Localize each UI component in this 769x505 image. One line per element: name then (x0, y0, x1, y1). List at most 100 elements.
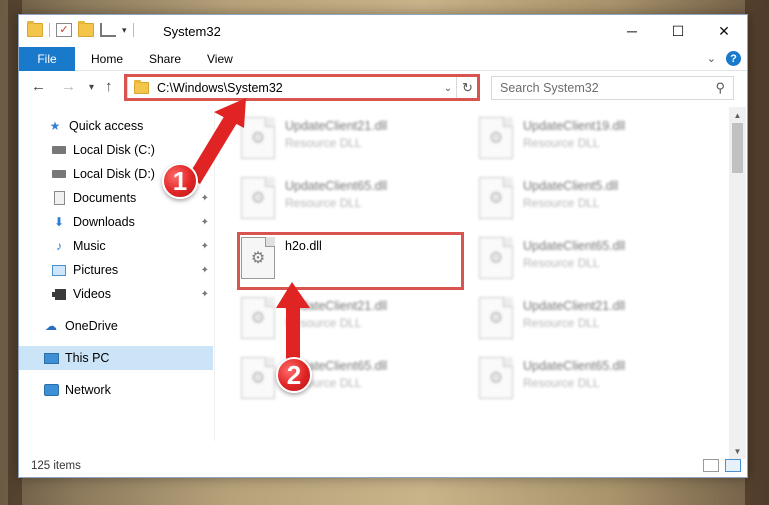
pane-divider[interactable] (214, 111, 215, 441)
dll-file-icon: ⚙ (479, 297, 513, 339)
file-name: UpdateClient21.dll (285, 299, 388, 313)
vertical-scrollbar[interactable]: ▲ ▼ (729, 107, 746, 459)
minimize-button[interactable]: ─ (609, 15, 655, 47)
address-bar-highlight (124, 74, 480, 101)
scrollbar-thumb[interactable] (732, 123, 743, 173)
sidebar-item-label: Documents (73, 191, 137, 205)
item-count: 125 items (31, 460, 81, 472)
pictures-icon (51, 263, 67, 277)
file-name: UpdateClient65.dll (285, 179, 388, 193)
dll-file-icon: ⚙ (241, 357, 275, 399)
scroll-up-icon[interactable]: ▲ (729, 107, 746, 123)
file-tile[interactable]: ⚙ UpdateClient21.dll Resource DLL (229, 113, 459, 167)
dll-file-icon: ⚙ (479, 357, 513, 399)
sidebar-item-label: Local Disk (C:) (73, 143, 155, 157)
pin-icon[interactable]: ✦ (201, 289, 209, 300)
file-name: UpdateClient19.dll (523, 119, 626, 133)
sidebar-item-label: This PC (65, 351, 110, 365)
sidebar-item-music[interactable]: ♪ Music ✦ (19, 234, 213, 258)
sidebar-item-this-pc[interactable]: This PC (19, 346, 213, 370)
quick-access-toolbar: ✓ ▾ (27, 21, 134, 37)
pin-icon[interactable]: ✦ (201, 217, 209, 228)
maximize-button[interactable]: ☐ (655, 15, 701, 47)
tab-home[interactable]: Home (91, 47, 123, 71)
file-type: Resource DLL (523, 136, 600, 150)
status-bar: 125 items (19, 457, 747, 477)
disk-icon (51, 143, 67, 157)
file-name: UpdateClient21.dll (285, 119, 388, 133)
documents-icon (51, 191, 67, 205)
dll-file-icon: ⚙ (241, 177, 275, 219)
file-name: UpdateClient65.dll (523, 359, 626, 373)
file-tile[interactable]: ⚙ UpdateClient65.dll Resource DLL (467, 353, 697, 407)
back-arrow-icon[interactable]: ← (31, 78, 46, 95)
step-1-badge: 1 (162, 163, 198, 199)
file-type: Resource DLL (523, 316, 600, 330)
cloud-icon: ☁ (45, 319, 57, 333)
network-icon (43, 383, 59, 397)
pin-icon[interactable]: ✦ (201, 265, 209, 276)
file-highlight (237, 232, 464, 290)
file-tile[interactable]: ⚙ UpdateClient65.dll Resource DLL (229, 173, 459, 227)
computer-icon (43, 351, 59, 365)
file-type: Resource DLL (285, 196, 362, 210)
ribbon-controls: ⌄ ? (707, 51, 741, 66)
download-icon: ⬇ (53, 215, 65, 229)
separator (132, 23, 134, 37)
tab-view[interactable]: View (207, 47, 233, 71)
chevron-down-icon[interactable]: ▾ (122, 25, 127, 36)
close-button[interactable]: ✕ (701, 15, 747, 47)
sidebar-item-quick-access[interactable]: ★ Quick access (19, 114, 213, 138)
dll-file-icon: ⚙ (479, 177, 513, 219)
forward-arrow-icon[interactable]: → (61, 78, 76, 95)
details-view-icon[interactable] (703, 459, 719, 472)
pin-icon[interactable]: ✦ (201, 193, 209, 204)
file-tile[interactable]: ⚙ UpdateClient65.dll Resource DLL (467, 233, 697, 287)
folder-icon[interactable] (27, 21, 43, 37)
navigation-pane: ★ Quick access Local Disk (C:) Local Dis… (19, 111, 213, 451)
file-tile[interactable]: ⚙ UpdateClient19.dll Resource DLL (467, 113, 697, 167)
properties-icon[interactable] (100, 23, 116, 37)
dll-file-icon: ⚙ (479, 117, 513, 159)
title-bar: ✓ ▾ System32 ─ ☐ ✕ (19, 15, 747, 47)
file-type: Resource DLL (285, 136, 362, 150)
sidebar-item-network[interactable]: Network (19, 378, 213, 402)
large-icons-view-icon[interactable] (725, 459, 741, 472)
file-tile[interactable]: ⚙ UpdateClient21.dll Resource DLL (229, 293, 459, 347)
up-arrow-icon[interactable]: ↑ (105, 78, 113, 95)
file-type: Resource DLL (285, 316, 362, 330)
sidebar-item-local-disk-c[interactable]: Local Disk (C:) (19, 138, 213, 162)
tab-file[interactable]: File (19, 47, 75, 71)
music-icon: ♪ (56, 239, 62, 253)
help-icon[interactable]: ? (726, 51, 741, 66)
new-folder-icon[interactable] (78, 21, 94, 37)
file-tile[interactable]: ⚙ UpdateClient21.dll Resource DLL (467, 293, 697, 347)
search-icon[interactable]: ⚲ (715, 80, 725, 96)
file-type: Resource DLL (523, 376, 600, 390)
expand-ribbon-icon[interactable]: ⌄ (707, 52, 716, 65)
pin-icon[interactable]: ✦ (201, 241, 209, 252)
sidebar-item-label: Network (65, 383, 111, 397)
tab-share[interactable]: Share (149, 47, 181, 71)
file-tile[interactable]: ⚙ UpdateClient5.dll Resource DLL (467, 173, 697, 227)
sidebar-item-pictures[interactable]: Pictures ✦ (19, 258, 213, 282)
properties-check-icon[interactable]: ✓ (56, 23, 72, 37)
sidebar-item-label: Quick access (69, 119, 144, 133)
sidebar-item-label: Videos (73, 287, 111, 301)
sidebar-item-label: OneDrive (65, 319, 118, 333)
file-name: UpdateClient21.dll (523, 299, 626, 313)
sidebar-item-label: Pictures (73, 263, 119, 277)
window-controls: ─ ☐ ✕ (609, 15, 747, 47)
dll-file-icon: ⚙ (241, 117, 275, 159)
sidebar-item-videos[interactable]: Videos ✦ (19, 282, 213, 306)
file-name: UpdateClient65.dll (523, 239, 626, 253)
search-input[interactable] (500, 81, 690, 95)
search-box[interactable]: ⚲ (491, 76, 734, 100)
sidebar-item-label: Downloads (73, 215, 135, 229)
sidebar-item-onedrive[interactable]: ☁ OneDrive (19, 314, 213, 338)
star-icon: ★ (49, 119, 61, 133)
sidebar-item-downloads[interactable]: ⬇ Downloads ✦ (19, 210, 213, 234)
file-tile[interactable]: ⚙ UpdateClient65.dll Resource DLL (229, 353, 459, 407)
file-name: UpdateClient5.dll (523, 179, 619, 193)
recent-locations-icon[interactable]: ▾ (89, 82, 94, 93)
